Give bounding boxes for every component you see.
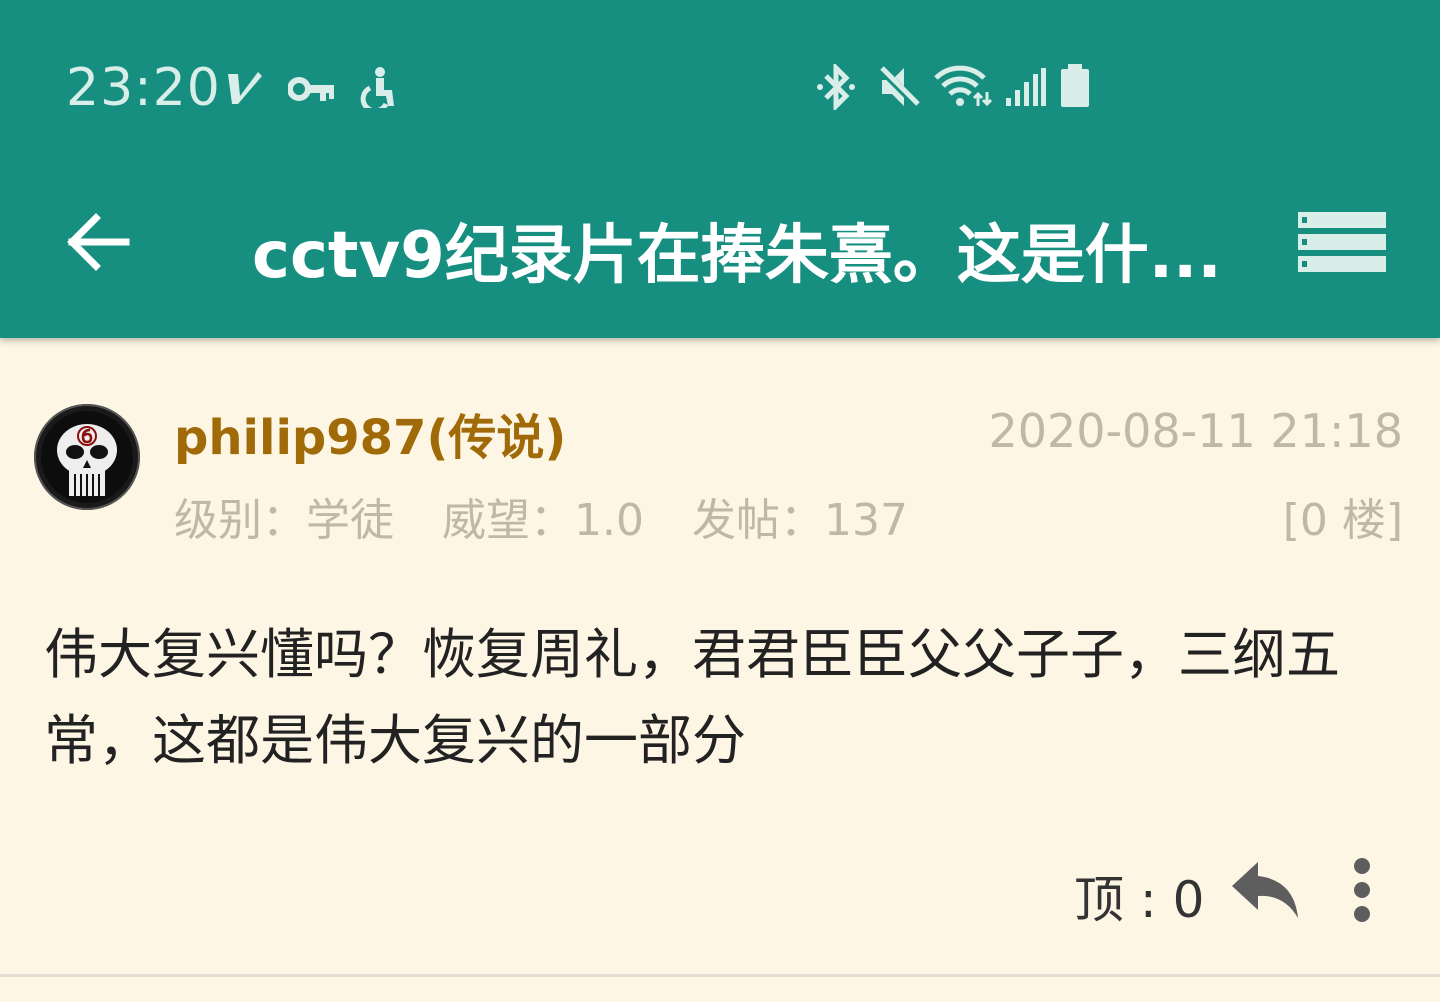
nav-arrow-icon	[228, 72, 262, 104]
app-header: 23:20 cctv9纪录片在捧朱熹。这是什...	[0, 0, 1440, 338]
page-title: cctv9纪录片在捧朱熹。这是什...	[252, 219, 1222, 293]
status-time: 23:20	[66, 58, 221, 118]
post-timestamp: 2020-08-11 21:18	[988, 404, 1403, 458]
bluetooth-icon	[817, 64, 855, 110]
mute-icon	[878, 65, 920, 109]
user-post-count: 发帖：137	[691, 495, 908, 546]
more-options-icon[interactable]	[1340, 856, 1384, 924]
signal-icon	[1006, 68, 1046, 106]
accessibility-icon	[360, 67, 394, 108]
skull-avatar-icon	[34, 404, 140, 510]
user-prestige: 威望：1.0	[442, 495, 644, 546]
key-icon	[288, 77, 334, 101]
upvote-button[interactable]: 顶 : 0	[1074, 860, 1204, 932]
wifi-icon	[934, 65, 992, 107]
list-menu-icon[interactable]	[1298, 210, 1386, 274]
floor-number: [0 楼]	[1282, 495, 1403, 546]
post-content: 伟大复兴懂吗？恢复周礼，君君臣臣父父子子，三纲五常，这都是伟大复兴的一部分	[44, 623, 1340, 772]
user-level: 级别：学徒	[174, 495, 394, 546]
battery-icon	[1061, 64, 1089, 107]
reply-icon[interactable]	[1228, 858, 1302, 922]
divider	[0, 974, 1440, 977]
user-meta: 级别：学徒 威望：1.0 发帖：137	[174, 484, 942, 548]
back-arrow-icon[interactable]	[62, 206, 134, 278]
username-link[interactable]: philip987(传说)	[174, 398, 566, 468]
avatar[interactable]	[34, 404, 140, 510]
